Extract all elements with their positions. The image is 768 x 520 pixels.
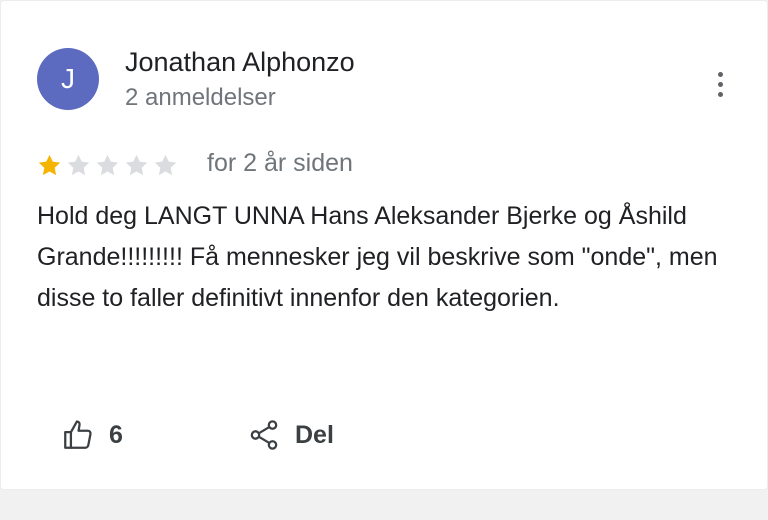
review-time: for 2 år siden [207, 149, 353, 177]
star-empty-icon [96, 154, 119, 176]
thumb-up-icon [61, 418, 95, 452]
star-empty-icon [125, 154, 148, 176]
review-card: J Jonathan Alphonzo 2 anmeldelser for 2 … [0, 0, 768, 490]
star-filled-icon [38, 154, 61, 176]
like-count: 6 [109, 420, 123, 449]
review-count: 2 anmeldelser [125, 84, 276, 111]
star-empty-icon [67, 154, 90, 176]
star-rating [36, 152, 179, 179]
like-button[interactable]: 6 [61, 413, 123, 457]
share-label: Del [295, 420, 334, 449]
avatar[interactable]: J [37, 48, 99, 110]
star-empty-icon [154, 154, 177, 176]
avatar-initial: J [61, 63, 75, 94]
reviewer-name[interactable]: Jonathan Alphonzo [125, 47, 355, 78]
more-options-button[interactable] [705, 67, 735, 101]
share-button[interactable]: Del [247, 413, 334, 457]
review-text: Hold deg LANGT UNNA Hans Aleksander Bjer… [37, 202, 718, 312]
more-vert-icon [717, 71, 723, 77]
share-icon [247, 418, 281, 452]
